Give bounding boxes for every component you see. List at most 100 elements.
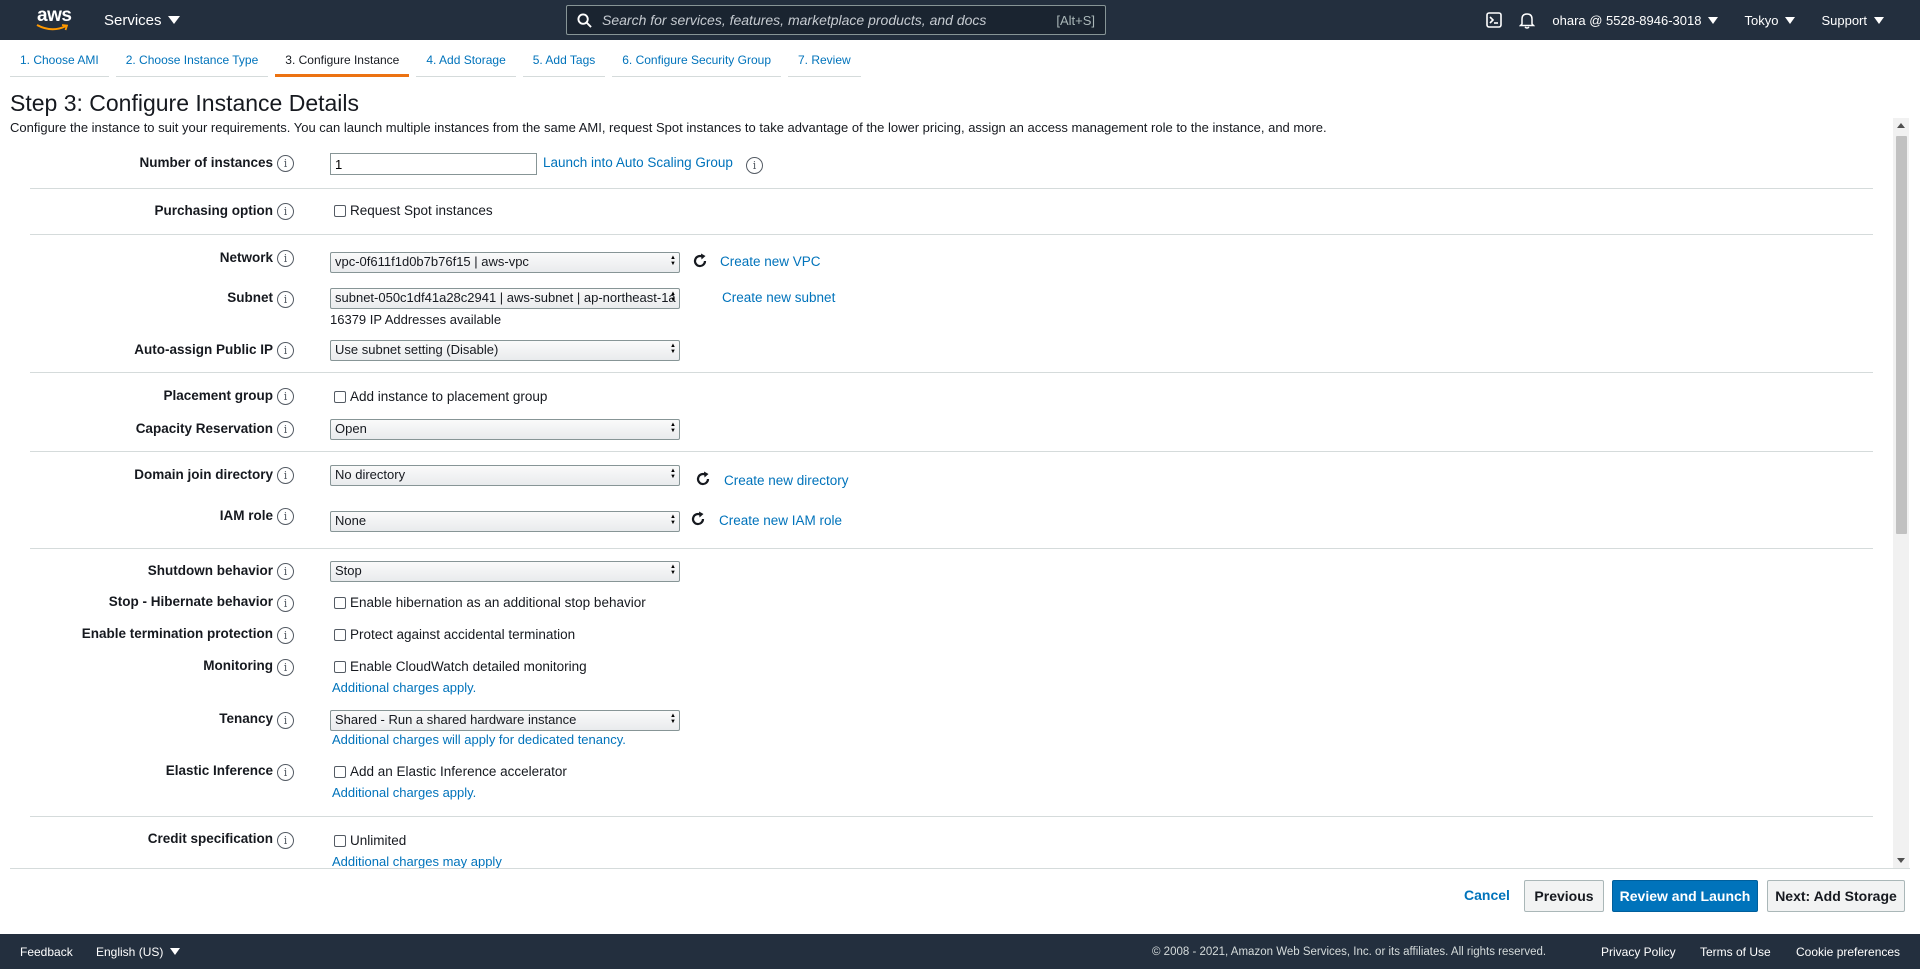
label-placement-group: Placement group: [163, 388, 273, 403]
tab-review[interactable]: 7. Review: [788, 47, 861, 77]
monitoring-charges-link[interactable]: Additional charges apply.: [332, 680, 476, 695]
inference-charges-link[interactable]: Additional charges apply.: [332, 785, 476, 800]
refresh-icon[interactable]: [691, 252, 709, 270]
elastic-inference-checkbox[interactable]: Add an Elastic Inference accelerator: [334, 764, 567, 779]
checkbox-box[interactable]: [334, 596, 346, 609]
tenancy-charges-link[interactable]: Additional charges will apply for dedica…: [332, 732, 626, 747]
services-menu[interactable]: Services: [104, 12, 180, 29]
label-stop-hibernate-behavior: Stop - Hibernate behavior: [108, 594, 273, 609]
tab-choose-ami[interactable]: 1. Choose AMI: [10, 47, 109, 77]
iam-role-select[interactable]: None: [330, 511, 680, 532]
placement-group-checkbox[interactable]: Add instance to placement group: [334, 389, 547, 404]
top-navigation: aws Services Search for services, featur…: [0, 0, 1920, 40]
create-new-vpc-link[interactable]: Create new VPC: [720, 254, 821, 269]
create-new-directory-link[interactable]: Create new directory: [724, 473, 849, 488]
tab-add-storage[interactable]: 4. Add Storage: [416, 47, 516, 77]
tenancy-select[interactable]: Shared - Run a shared hardware instance: [330, 710, 680, 731]
divider: [30, 234, 1873, 235]
refresh-icon[interactable]: [694, 470, 712, 488]
info-icon[interactable]: i: [277, 627, 294, 644]
info-icon[interactable]: i: [277, 250, 294, 267]
divider: [30, 816, 1873, 817]
info-icon[interactable]: i: [277, 712, 294, 729]
feedback-link[interactable]: Feedback: [20, 945, 73, 959]
unlimited-credit-checkbox[interactable]: Unlimited: [334, 833, 406, 848]
terminal-icon: [1486, 12, 1503, 28]
info-icon[interactable]: i: [277, 659, 294, 676]
info-icon[interactable]: i: [277, 832, 294, 849]
capacity-reservation-select[interactable]: Open: [330, 419, 680, 440]
info-icon[interactable]: i: [277, 563, 294, 580]
scroll-down-arrow-icon[interactable]: [1897, 858, 1905, 863]
label-auto-assign-public-ip: Auto-assign Public IP: [134, 342, 273, 357]
region-menu[interactable]: Tokyo: [1744, 13, 1796, 28]
info-icon[interactable]: i: [277, 155, 294, 172]
info-icon[interactable]: i: [277, 342, 294, 359]
hibernation-label: Enable hibernation as an additional stop…: [350, 595, 646, 610]
caret-down-icon: [170, 948, 181, 955]
auto-assign-public-ip-select[interactable]: Use subnet setting (Disable): [330, 340, 680, 361]
request-spot-checkbox[interactable]: Request Spot instances: [334, 203, 493, 218]
copyright: © 2008 - 2021, Amazon Web Services, Inc.…: [1152, 945, 1547, 958]
divider: [10, 868, 1910, 869]
info-icon[interactable]: i: [277, 388, 294, 405]
number-of-instances-input[interactable]: [330, 153, 537, 175]
info-icon[interactable]: i: [277, 421, 294, 438]
launch-auto-scaling-link[interactable]: Launch into Auto Scaling Group: [543, 155, 733, 170]
refresh-icon[interactable]: [689, 510, 707, 528]
network-select[interactable]: vpc-0f611f1d0b7b76f15 | aws-vpc: [330, 252, 680, 273]
termination-protection-label: Protect against accidental termination: [350, 627, 576, 642]
tab-configure-security-group[interactable]: 6. Configure Security Group: [612, 47, 781, 77]
caret-down-icon: [167, 16, 180, 24]
shutdown-behavior-select[interactable]: Stop: [330, 561, 680, 582]
checkbox-box[interactable]: [334, 765, 346, 778]
search-bar[interactable]: Search for services, features, marketpla…: [566, 5, 1106, 35]
next-add-storage-button[interactable]: Next: Add Storage: [1767, 880, 1905, 912]
info-icon[interactable]: i: [277, 764, 294, 781]
search-placeholder: Search for services, features, marketpla…: [602, 12, 987, 28]
notifications-button[interactable]: [1519, 12, 1536, 29]
credit-charges-link[interactable]: Additional charges may apply: [332, 854, 502, 868]
checkbox-box[interactable]: [334, 204, 346, 217]
label-number-of-instances: Number of instances: [139, 155, 273, 170]
content-scrollbar[interactable]: [1893, 118, 1909, 868]
account-menu[interactable]: ohara @ 5528-8946-3018: [1552, 13, 1719, 28]
info-icon[interactable]: i: [277, 203, 294, 220]
info-icon[interactable]: i: [746, 157, 763, 174]
cloudshell-button[interactable]: [1486, 12, 1503, 28]
divider: [30, 188, 1873, 189]
create-new-subnet-link[interactable]: Create new subnet: [722, 290, 835, 305]
cancel-button[interactable]: Cancel: [1462, 880, 1512, 912]
create-new-iam-role-link[interactable]: Create new IAM role: [719, 513, 842, 528]
domain-join-directory-select[interactable]: No directory: [330, 465, 680, 486]
label-elastic-inference: Elastic Inference: [165, 763, 273, 778]
previous-button[interactable]: Previous: [1524, 880, 1604, 912]
info-icon[interactable]: i: [277, 595, 294, 612]
scroll-up-arrow-icon[interactable]: [1897, 123, 1905, 128]
checkbox-box[interactable]: [334, 660, 346, 673]
cloudwatch-monitoring-checkbox[interactable]: Enable CloudWatch detailed monitoring: [334, 659, 587, 674]
aws-logo[interactable]: aws: [36, 5, 72, 35]
tab-choose-instance-type[interactable]: 2. Choose Instance Type: [115, 47, 269, 77]
review-and-launch-button[interactable]: Review and Launch: [1612, 880, 1758, 912]
ip-addresses-available: 16379 IP Addresses available: [330, 312, 502, 327]
subnet-select[interactable]: subnet-050c1df41a28c2941 | aws-subnet | …: [330, 288, 680, 309]
tab-add-tags[interactable]: 5. Add Tags: [522, 47, 606, 77]
info-icon[interactable]: i: [277, 467, 294, 484]
tab-configure-instance[interactable]: 3. Configure Instance: [275, 47, 410, 77]
privacy-policy-link[interactable]: Privacy Policy: [1601, 945, 1676, 959]
info-icon[interactable]: i: [277, 508, 294, 525]
label-credit-specification: Credit specification: [147, 831, 273, 846]
checkbox-box[interactable]: [334, 628, 346, 641]
terms-of-use-link[interactable]: Terms of Use: [1700, 945, 1771, 959]
cookie-preferences-link[interactable]: Cookie preferences: [1796, 945, 1900, 959]
info-icon[interactable]: i: [277, 291, 294, 308]
checkbox-box[interactable]: [334, 834, 346, 847]
hibernation-checkbox[interactable]: Enable hibernation as an additional stop…: [334, 595, 646, 610]
language-menu[interactable]: English (US): [96, 945, 181, 959]
scrollbar-thumb[interactable]: [1896, 136, 1907, 534]
termination-protection-checkbox[interactable]: Protect against accidental termination: [334, 627, 575, 642]
placement-group-label: Add instance to placement group: [350, 389, 548, 404]
support-menu[interactable]: Support: [1821, 13, 1884, 28]
checkbox-box[interactable]: [334, 390, 346, 403]
